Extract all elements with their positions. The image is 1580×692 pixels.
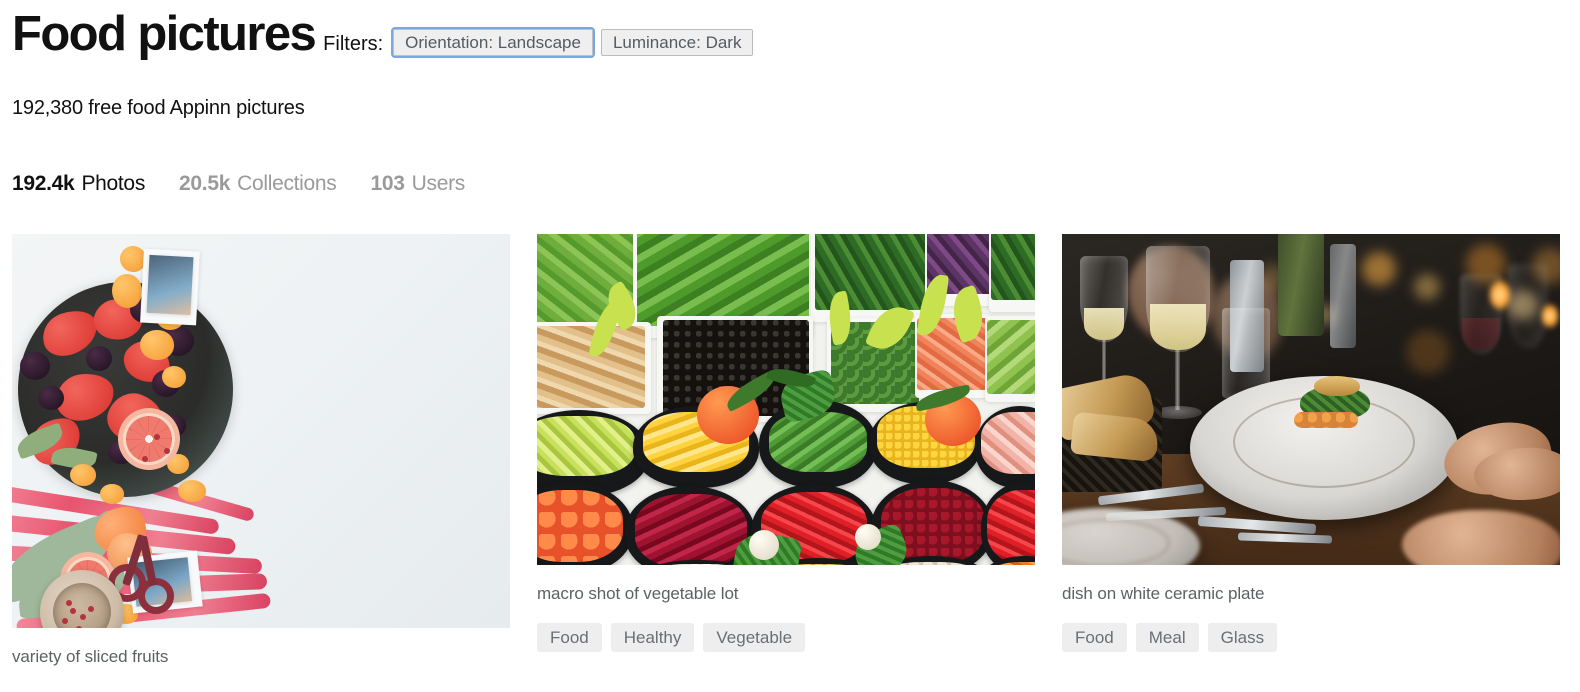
results-tabs: 192.4k Photos 20.5k Collections 103 User… (12, 172, 465, 196)
photo-caption: macro shot of vegetable lot (537, 584, 739, 603)
tag-vegetable[interactable]: Vegetable (703, 623, 806, 652)
tab-collections[interactable]: 20.5k Collections (179, 172, 337, 196)
tag-glass[interactable]: Glass (1207, 623, 1278, 652)
tab-collections-label: Collections (237, 172, 337, 195)
tag-food[interactable]: Food (1062, 623, 1127, 652)
photo-tags: Food Healthy Vegetable (537, 623, 1035, 652)
page-header: Food pictures Filters: Orientation: Land… (12, 7, 754, 61)
photo-card-sliced-fruits[interactable] (12, 234, 510, 628)
filters-label: Filters: (323, 33, 384, 55)
tab-photos-count: 192.4k (12, 172, 75, 195)
tag-food[interactable]: Food (537, 623, 602, 652)
tag-meal[interactable]: Meal (1135, 623, 1199, 652)
results-subtitle: 192,380 free food Appinn pictures (12, 97, 305, 119)
photo-grid: variety of sliced fruits macro shot of v… (12, 234, 1580, 667)
tab-photos-label: Photos (81, 172, 146, 195)
photo-tags: Food Meal Glass (1062, 623, 1560, 652)
page-title: Food pictures (12, 7, 317, 61)
search-results-page: Food pictures Filters: Orientation: Land… (0, 0, 1580, 692)
photo-card-ceramic-plate[interactable] (1062, 234, 1560, 565)
tag-healthy[interactable]: Healthy (610, 623, 695, 652)
photo-column-2: macro shot of vegetable lot Food Healthy… (537, 234, 1035, 667)
tab-users-label: Users (411, 172, 466, 195)
filter-chip-group: Orientation: Landscape Luminance: Dark (391, 27, 754, 58)
tab-users-count: 103 (370, 172, 405, 195)
photo-caption: variety of sliced fruits (12, 647, 169, 666)
tab-photos[interactable]: 192.4k Photos (12, 172, 145, 196)
photo-card-vegetable-lot[interactable] (537, 234, 1035, 565)
filter-chip-orientation[interactable]: Orientation: Landscape (391, 27, 595, 58)
photo-caption: dish on white ceramic plate (1062, 584, 1265, 603)
tab-collections-count: 20.5k (179, 172, 231, 195)
tab-users[interactable]: 103 Users (370, 172, 466, 196)
filter-chip-luminance[interactable]: Luminance: Dark (600, 29, 754, 56)
photo-column-3: dish on white ceramic plate Food Meal Gl… (1062, 234, 1560, 667)
photo-column-1: variety of sliced fruits (12, 234, 510, 667)
